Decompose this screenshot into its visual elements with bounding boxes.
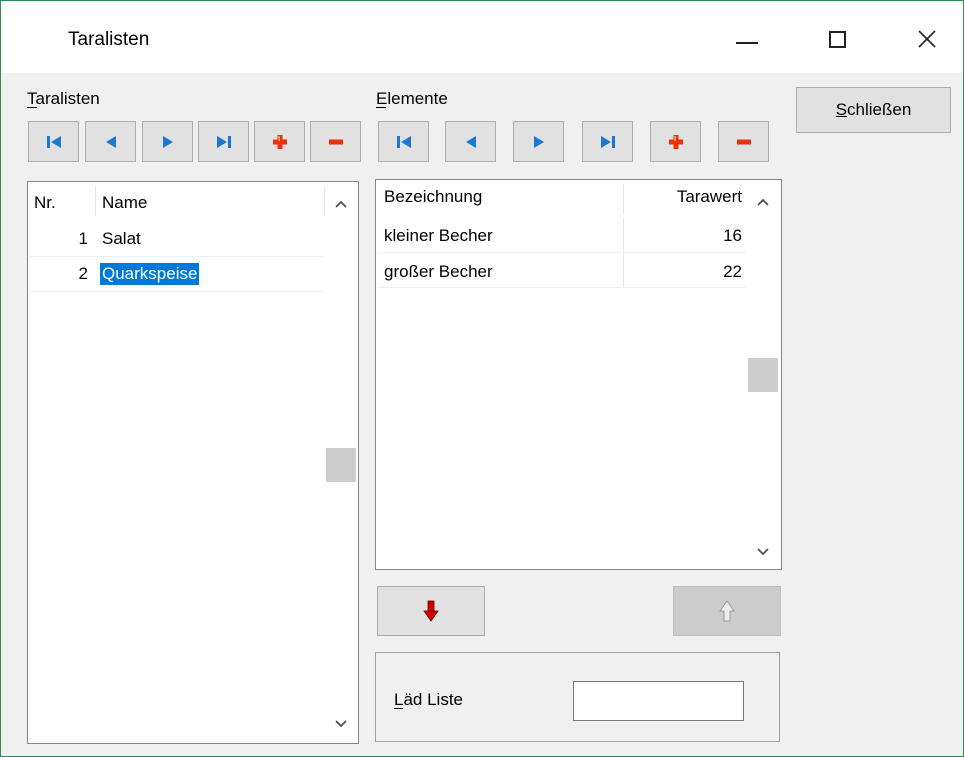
chevron-down-icon [757,548,769,556]
row-bezeichnung: kleiner Becher [384,226,493,245]
add-record-icon [272,134,287,149]
schliessen-label-rest: chließen [847,100,912,119]
elemente-previous-button[interactable] [445,121,496,162]
first-record-icon [46,135,61,148]
chevron-up-icon [757,198,769,206]
taralisten-first-button[interactable] [28,121,79,162]
lade-liste-label-text: Läd Liste [394,690,463,709]
minimize-button[interactable] [717,19,777,59]
row-bezeichnung: großer Becher [384,262,493,281]
row-tarawert: 22 [723,262,742,281]
close-window-button[interactable] [897,19,957,59]
column-header-tarawert[interactable]: Tarawert [626,180,742,210]
elemente-label: Elemente [376,89,448,109]
last-record-icon [600,135,615,148]
elemente-delete-button[interactable] [718,121,769,162]
taralisten-next-button[interactable] [142,121,193,162]
maximize-button[interactable] [807,19,867,59]
column-separator [623,184,624,214]
column-separator [623,253,624,287]
scroll-up-button[interactable] [748,190,778,214]
taralisten-add-button[interactable] [254,121,305,162]
elemente-label-text: Elemente [376,89,448,108]
scroll-down-button[interactable] [748,540,778,564]
taralisten-previous-button[interactable] [85,121,136,162]
delete-record-icon [328,139,343,144]
row-divider [30,256,324,257]
lade-liste-label: Läd Liste [394,690,463,710]
scroll-down-button[interactable] [326,712,356,736]
lade-liste-input[interactable] [573,681,744,721]
previous-record-icon [465,135,476,148]
column-separator [324,186,325,216]
schliessen-button[interactable]: Schließen [796,87,951,133]
arrow-down-icon [423,600,439,622]
row-name-selected: Quarkspeise [100,263,200,285]
taralisten-window: Taralisten Schließen Taralisten Nr. Name… [0,0,964,757]
minimize-icon [736,42,758,44]
chevron-up-icon [335,200,347,208]
elemente-first-button[interactable] [378,121,429,162]
row-nr: 2 [78,264,88,283]
close-icon [918,30,936,48]
next-record-icon [533,135,544,148]
scroll-up-button[interactable] [326,192,356,216]
row-name: Salat [102,229,141,248]
taralisten-delete-button[interactable] [310,121,361,162]
scrollbar-thumb[interactable] [748,358,778,392]
last-record-icon [216,135,231,148]
window-title: Taralisten [68,29,150,50]
elemente-last-button[interactable] [582,121,633,162]
elemente-next-button[interactable] [513,121,564,162]
taralisten-last-button[interactable] [198,121,249,162]
column-separator [95,186,96,216]
column-header-nr[interactable]: Nr. [34,182,56,216]
row-nr: 1 [78,229,88,248]
add-record-icon [668,134,683,149]
transfer-down-button[interactable] [377,586,485,636]
column-header-name[interactable]: Name [102,182,147,216]
elemente-list[interactable]: Bezeichnung Tarawert kleiner Becher 16 g… [375,179,782,570]
taralisten-label: Taralisten [27,89,100,109]
taralisten-list[interactable]: Nr. Name 1 Salat 2 Quarkspeise [27,181,359,744]
column-separator [623,218,624,252]
chevron-down-icon [335,720,347,728]
previous-record-icon [105,135,116,148]
row-divider [378,252,746,253]
column-header-bezeichnung[interactable]: Bezeichnung [384,180,482,210]
maximize-icon [828,30,846,48]
transfer-up-button[interactable] [673,586,781,636]
elemente-add-button[interactable] [650,121,701,162]
row-divider [30,291,324,292]
title-bar: Taralisten [1,1,963,73]
scrollbar-thumb[interactable] [326,448,356,482]
first-record-icon [396,135,411,148]
row-divider [378,287,746,288]
next-record-icon [162,135,173,148]
schliessen-label: S [835,100,848,119]
arrow-up-icon [719,600,735,622]
delete-record-icon [736,139,751,144]
taralisten-label-text: Taralisten [27,89,100,108]
row-tarawert: 16 [723,226,742,245]
